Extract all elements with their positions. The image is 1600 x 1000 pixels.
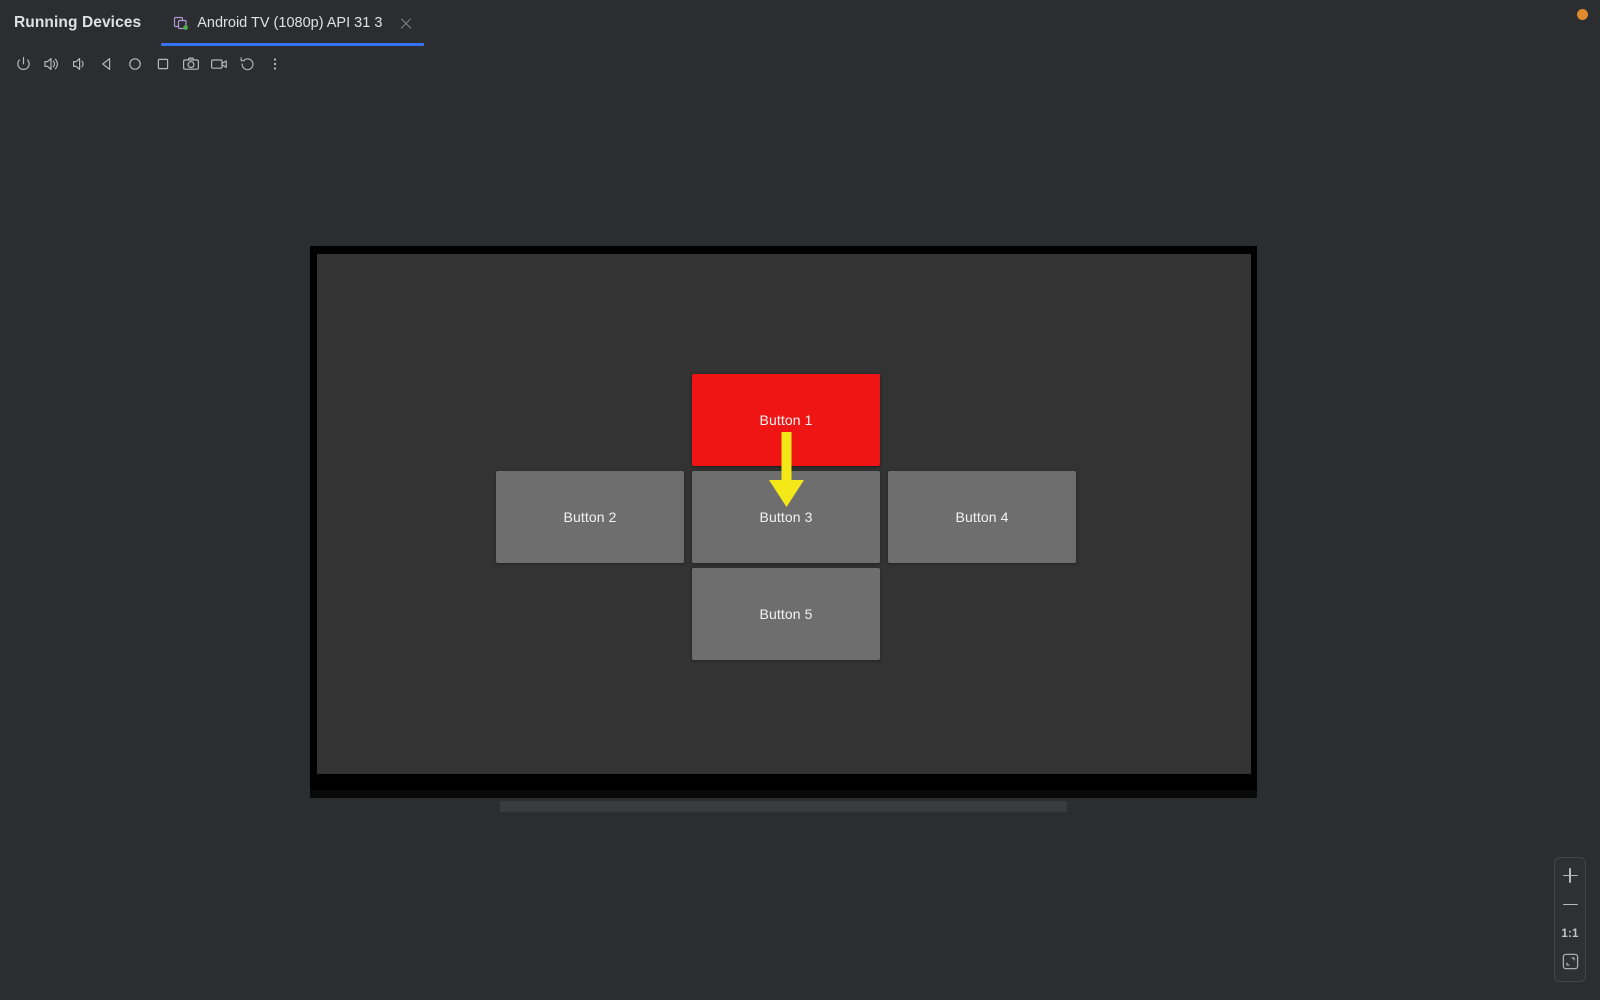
app-button-3[interactable]: Button 3: [692, 471, 880, 563]
app-button-label: Button 2: [563, 509, 617, 525]
screenshot-button[interactable]: [177, 50, 205, 78]
kebab-menu-icon: [267, 56, 283, 72]
actual-size-button[interactable]: 1:1: [1555, 920, 1585, 947]
volume-up-icon: [42, 55, 60, 73]
tab-android-tv-device[interactable]: Android TV (1080p) API 31 3: [159, 0, 426, 46]
power-icon: [15, 56, 32, 73]
fit-to-screen-button[interactable]: [1555, 949, 1585, 976]
status-badge[interactable]: [1577, 9, 1588, 20]
device-icon: [173, 15, 189, 31]
app-button-4[interactable]: Button 4: [888, 471, 1076, 563]
overview-button[interactable]: [149, 50, 177, 78]
record-button[interactable]: [205, 50, 233, 78]
rotate-button[interactable]: [233, 50, 261, 78]
close-icon[interactable]: [398, 15, 414, 31]
zoom-controls: 1:1: [1554, 857, 1586, 982]
overview-square-icon: [155, 56, 171, 72]
back-button[interactable]: [93, 50, 121, 78]
device-bezel-bottom: [310, 790, 1257, 798]
volume-down-button[interactable]: [65, 50, 93, 78]
home-button[interactable]: [121, 50, 149, 78]
app-button-1[interactable]: Button 1: [692, 374, 880, 466]
app-button-grid: Button 1 Button 2 Button 3 Button 4 Butt…: [317, 254, 1251, 774]
window-header: Running Devices Android TV (1080p) API 3…: [0, 0, 1600, 46]
home-circle-icon: [127, 56, 143, 72]
fit-to-screen-icon: [1562, 953, 1579, 973]
emulator-stage[interactable]: Button 1 Button 2 Button 3 Button 4 Butt…: [0, 82, 1600, 1000]
tab-label: Android TV (1080p) API 31 3: [197, 15, 383, 31]
minus-icon: [1562, 903, 1578, 906]
app-button-label: Button 1: [759, 412, 813, 428]
app-button-label: Button 5: [759, 606, 813, 622]
volume-down-icon: [70, 55, 88, 73]
zoom-in-button[interactable]: [1555, 862, 1585, 889]
app-button-label: Button 3: [759, 509, 813, 525]
page-title: Running Devices: [14, 14, 142, 31]
app-button-label: Button 4: [955, 509, 1009, 525]
tv-device-frame: Button 1 Button 2 Button 3 Button 4 Butt…: [310, 246, 1257, 814]
device-toolbar: [0, 46, 1600, 82]
zoom-out-button[interactable]: [1555, 891, 1585, 918]
app-button-5[interactable]: Button 5: [692, 568, 880, 660]
volume-up-button[interactable]: [37, 50, 65, 78]
device-stand: [500, 801, 1067, 812]
back-triangle-icon: [99, 56, 115, 72]
tab-strip: Android TV (1080p) API 31 3: [159, 0, 426, 46]
device-screen[interactable]: Button 1 Button 2 Button 3 Button 4 Butt…: [317, 254, 1251, 774]
plus-icon: [1562, 868, 1578, 883]
app-button-2[interactable]: Button 2: [496, 471, 684, 563]
rotate-left-icon: [239, 56, 256, 73]
camera-icon: [182, 55, 200, 73]
power-button[interactable]: [9, 50, 37, 78]
more-options-button[interactable]: [261, 50, 289, 78]
running-devices-window: Running Devices Android TV (1080p) API 3…: [0, 0, 1600, 1000]
device-bezel: Button 1 Button 2 Button 3 Button 4 Butt…: [310, 246, 1257, 790]
video-camera-icon: [210, 55, 228, 73]
